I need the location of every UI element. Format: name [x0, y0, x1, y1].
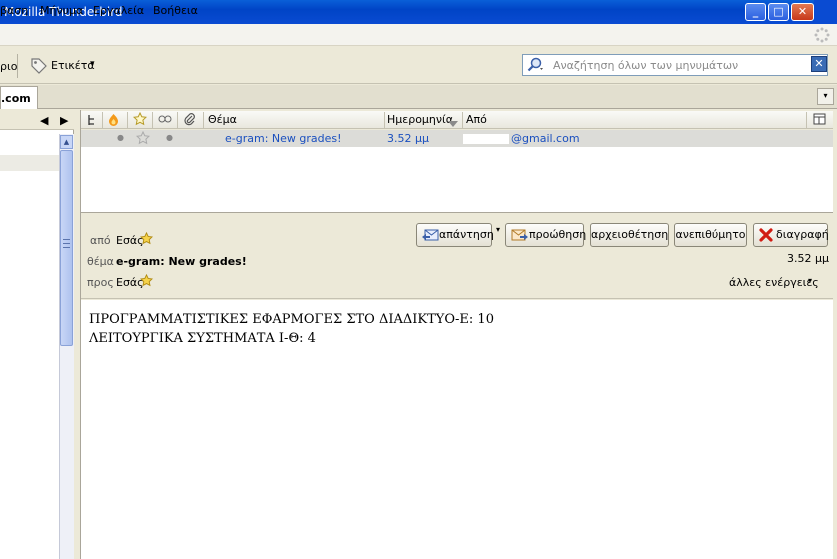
folder-scrollbar-thumb[interactable]	[60, 150, 73, 346]
reply-button-label: απάντηση	[439, 228, 494, 241]
activity-throbber-icon	[814, 27, 830, 43]
table-row[interactable]: ● ● e-gram: New grades! 3.52 μμ @gmail.c…	[81, 130, 833, 147]
sort-descending-icon	[448, 117, 458, 130]
maximize-button[interactable]: □	[768, 3, 789, 21]
message-time: 3.52 μμ	[787, 252, 829, 265]
menu-help[interactable]: Βοήθεια	[153, 4, 198, 17]
message-list-header: Θέμα Ημερομηνία Από	[81, 111, 833, 129]
to-label: προς	[87, 276, 114, 289]
column-separator	[806, 112, 807, 128]
toolbar-separator	[17, 54, 18, 78]
body-line: ΛΕΙΤΟΥΡΓΙΚΑ ΣΥΣΤΗΜΑΤΑ Ι-Θ: 4	[89, 331, 316, 346]
menu-view[interactable]: βαση	[0, 4, 28, 17]
window-right-edge	[833, 110, 837, 559]
tab-bar	[0, 85, 837, 109]
tab-mail-folder[interactable]: .com	[0, 86, 38, 109]
folder-next-icon[interactable]: ▶	[60, 114, 68, 127]
subject-label: θέμα	[87, 255, 114, 268]
search-icon	[527, 57, 545, 76]
reply-button[interactable]: απάντηση	[416, 223, 494, 250]
forward-button-label: προώθηση	[529, 228, 587, 241]
subject-column-header[interactable]: Θέμα	[208, 113, 237, 126]
thread-column-icon[interactable]	[87, 114, 97, 129]
forward-icon	[511, 228, 528, 250]
clear-search-icon[interactable]: ✕	[811, 56, 827, 72]
delete-button-label: διαγραφή	[776, 228, 829, 241]
read-status-dot-icon[interactable]: ●	[166, 133, 173, 142]
column-separator	[127, 112, 128, 128]
other-actions-arrow-icon[interactable]: ▾	[808, 276, 812, 285]
tab-label: .com	[1, 92, 31, 105]
junk-button[interactable]: ανεπιθύμητο	[674, 223, 747, 247]
star-column-icon[interactable]	[132, 111, 148, 129]
message-subject: e-gram: New grades!	[225, 132, 342, 145]
tag-dropdown-arrow-icon: ▾	[90, 59, 95, 69]
scroll-up-icon[interactable]: ▲	[60, 135, 73, 149]
toolbar-address-book-label[interactable]: ριο	[0, 60, 17, 73]
selected-folder-row[interactable]	[0, 155, 59, 171]
read-column-icon[interactable]	[158, 114, 172, 127]
column-separator	[102, 112, 103, 128]
body-line: ΠΡΟΓΡΑΜΜΑΤΙΣΤΙΚΕΣ ΕΦΑΡΜΟΓΕΣ ΣΤΟ ΔΙΑΔΙΚΤΥ…	[89, 312, 494, 327]
to-star-icon[interactable]	[139, 273, 154, 290]
message-list-empty-area[interactable]	[81, 147, 833, 213]
message-from: @gmail.com	[511, 132, 580, 145]
column-separator	[152, 112, 153, 128]
subject-value: e-gram: New grades!	[116, 255, 247, 268]
reply-dropdown-icon[interactable]: ▾	[493, 223, 503, 247]
star-toggle-icon[interactable]	[135, 130, 151, 148]
reply-icon	[422, 228, 439, 250]
pane-splitter[interactable]	[74, 110, 81, 559]
tab-list-dropdown-icon[interactable]: ▾	[817, 88, 834, 105]
search-input[interactable]: Αναζήτηση όλων των μηνυμάτων	[522, 54, 828, 76]
column-separator	[384, 112, 385, 128]
close-window-button[interactable]: ✕	[791, 3, 814, 21]
column-picker-icon[interactable]	[813, 113, 826, 128]
redacted-sender-name	[463, 134, 509, 144]
archive-button[interactable]: αρχειοθέτηση	[590, 223, 669, 247]
other-actions-menu[interactable]: άλλες ενέργειες	[729, 276, 819, 289]
search-placeholder: Αναζήτηση όλων των μηνυμάτων	[553, 59, 739, 72]
from-label: από	[90, 234, 111, 247]
forward-button[interactable]: προώθηση	[505, 223, 587, 250]
junk-column-icon[interactable]	[108, 113, 119, 129]
junk-status-dot-icon: ●	[117, 133, 124, 142]
attachment-column-icon[interactable]	[184, 113, 196, 129]
tag-button[interactable]: Ετικέτα ▾	[27, 53, 99, 79]
delete-button[interactable]: διαγραφή	[753, 223, 829, 250]
minimize-button[interactable]: _	[745, 3, 766, 21]
menu-message[interactable]: Μήνυμα	[40, 4, 83, 17]
menu-tools[interactable]: Εργαλεία	[93, 4, 144, 17]
message-date: 3.52 μμ	[387, 132, 429, 145]
tag-icon	[29, 56, 49, 79]
tag-button-label: Ετικέτα	[51, 59, 95, 72]
archive-button-label: αρχειοθέτηση	[591, 228, 669, 241]
message-body[interactable]: ΠΡΟΓΡΑΜΜΑΤΙΣΤΙΚΕΣ ΕΦΑΡΜΟΓΕΣ ΣΤΟ ΔΙΑΔΙΚΤΥ…	[81, 300, 833, 559]
from-column-header[interactable]: Από	[466, 113, 487, 126]
delete-icon	[759, 228, 773, 250]
titlebar-edge	[814, 0, 837, 24]
folder-prev-icon[interactable]: ◀	[40, 114, 48, 127]
from-star-icon[interactable]	[139, 231, 154, 248]
menu-bar	[0, 24, 837, 46]
column-separator	[177, 112, 178, 128]
date-column-header[interactable]: Ημερομηνία	[387, 113, 453, 126]
column-separator	[203, 112, 204, 128]
junk-button-label: ανεπιθύμητο	[675, 228, 746, 241]
column-separator	[462, 112, 463, 128]
